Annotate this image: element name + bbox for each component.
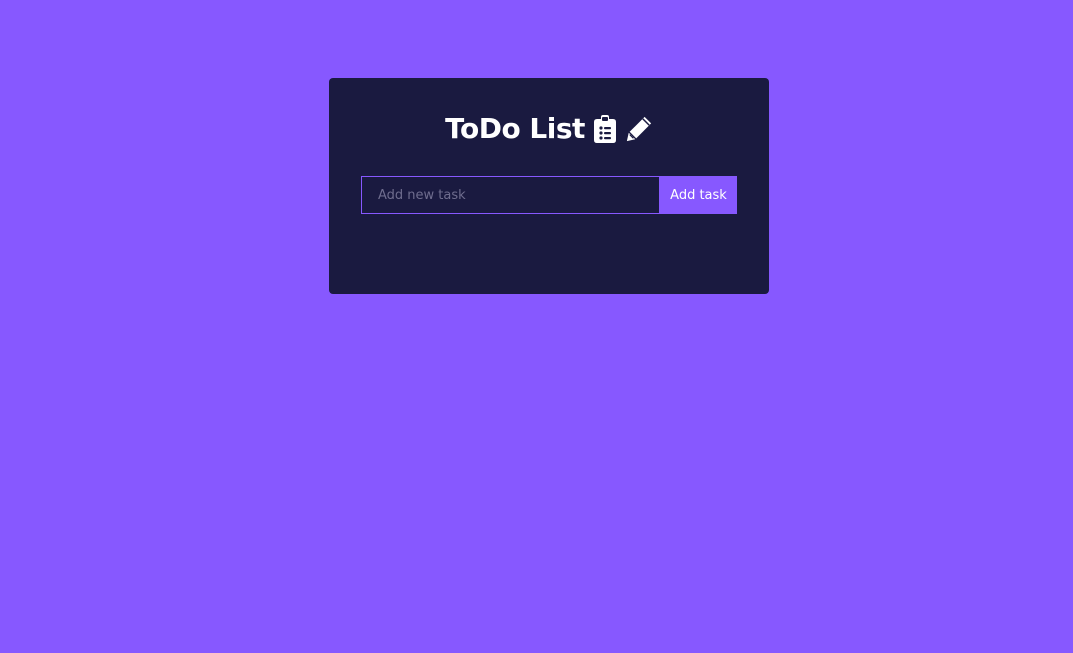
pencil-icon xyxy=(625,113,653,145)
task-input[interactable] xyxy=(361,176,660,214)
add-task-form: Add task xyxy=(361,176,737,214)
page-background: { "app": { "title": "ToDo List" }, "head… xyxy=(0,0,1073,653)
page-title: ToDo List xyxy=(445,112,585,145)
clipboard-list-icon xyxy=(591,113,619,145)
title-row: ToDo List xyxy=(329,112,769,145)
add-task-button[interactable]: Add task xyxy=(660,176,737,214)
todo-card: ToDo List Add task xyxy=(329,78,769,294)
